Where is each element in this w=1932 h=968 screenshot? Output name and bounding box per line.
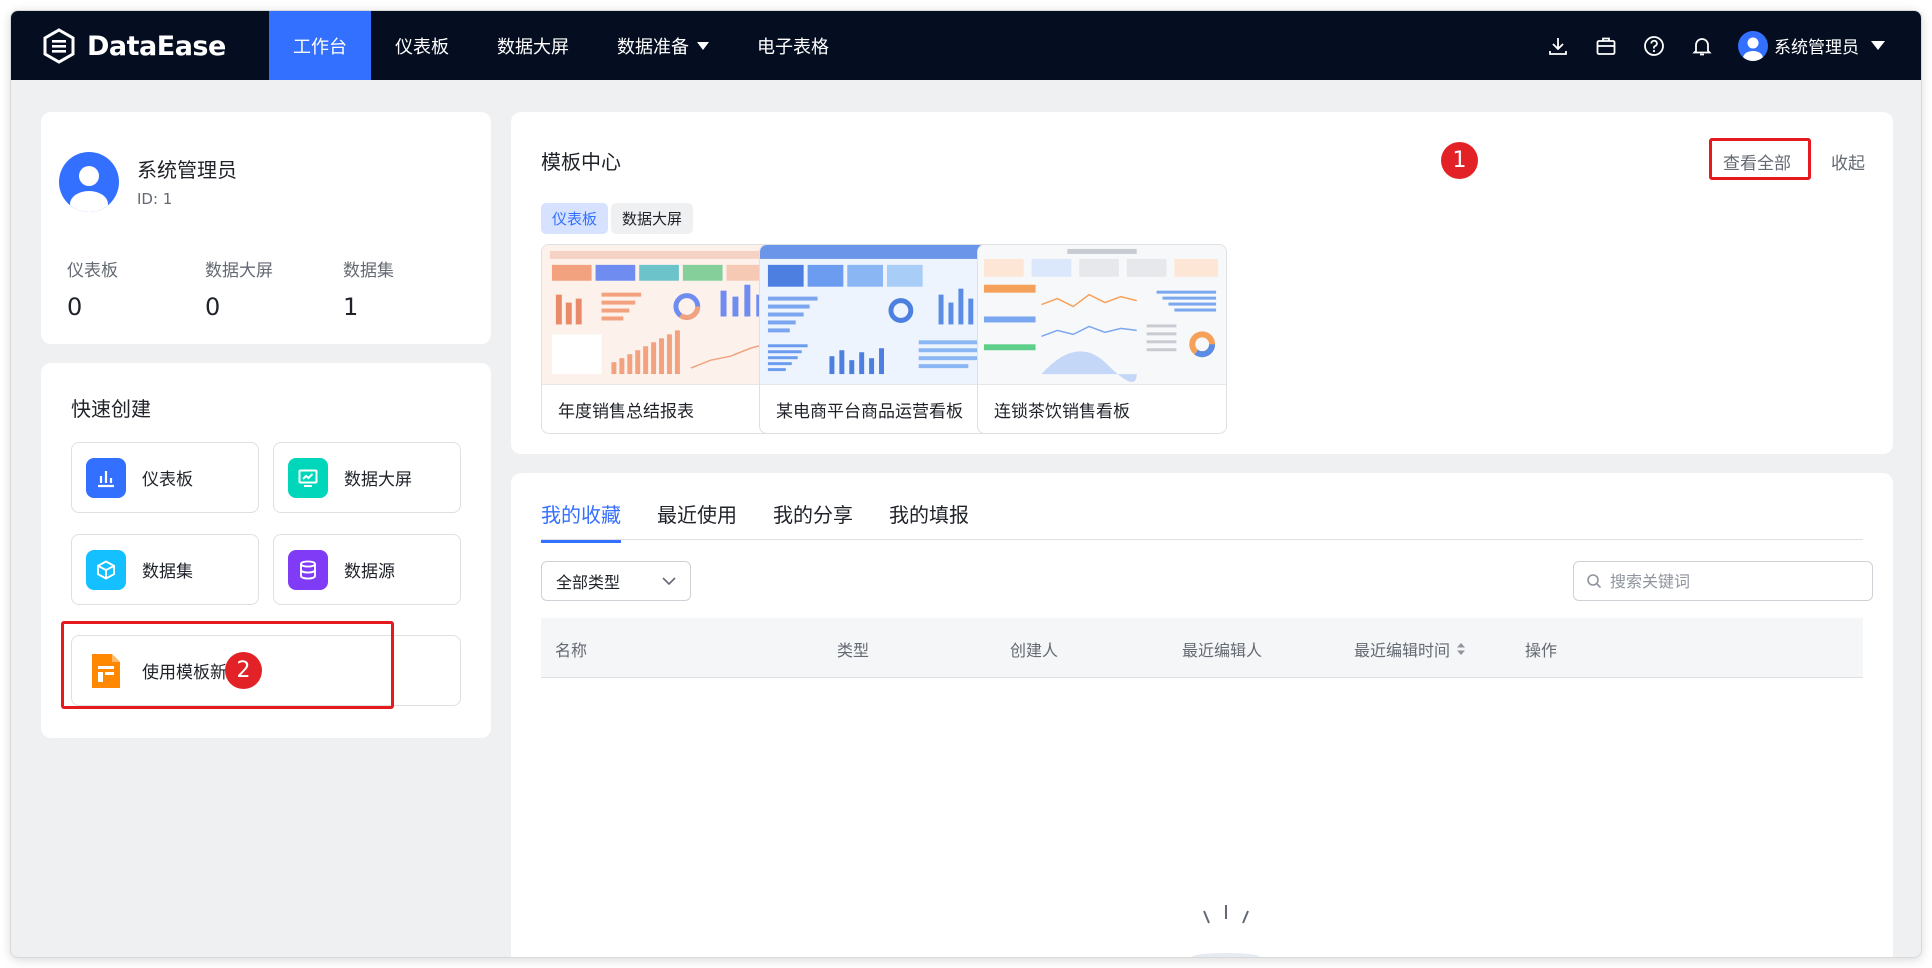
stat-dashboard: 仪表板 0 bbox=[67, 256, 118, 321]
loading-spinner-icon bbox=[1192, 905, 1260, 957]
step-badge-1: 1 bbox=[1441, 142, 1478, 179]
column-header-last-editor: 最近编辑人 bbox=[1182, 637, 1262, 661]
collapse-link[interactable]: 收起 bbox=[1831, 149, 1865, 174]
tab-recent[interactable]: 最近使用 bbox=[657, 499, 737, 543]
chevron-down-icon bbox=[662, 577, 676, 586]
download-icon[interactable] bbox=[1544, 32, 1572, 60]
nav-label: 工作台 bbox=[293, 36, 347, 58]
column-label: 操作 bbox=[1525, 641, 1558, 660]
app-window: DataEase 工作台 仪表板 数据大屏 数据准备 电子表格 系统管理员 系统… bbox=[10, 10, 1922, 958]
profile-id: ID: 1 bbox=[137, 190, 173, 208]
column-header-type: 类型 bbox=[837, 637, 869, 661]
nav-label: 数据大屏 bbox=[497, 36, 569, 58]
step-badge-2: 2 bbox=[225, 652, 262, 689]
tag-data-screen[interactable]: 数据大屏 bbox=[611, 203, 694, 234]
nav-item-workbench[interactable]: 工作台 bbox=[269, 11, 371, 80]
sort-icon[interactable] bbox=[1456, 642, 1466, 656]
template-center-title: 模板中心 bbox=[541, 150, 621, 174]
tag-dashboard[interactable]: 仪表板 bbox=[541, 203, 609, 234]
tab-fill[interactable]: 我的填报 bbox=[889, 499, 969, 543]
stat-data-screen: 数据大屏 0 bbox=[205, 256, 273, 321]
app-logo[interactable]: DataEase bbox=[41, 27, 226, 65]
button-label: 数据源 bbox=[344, 562, 395, 582]
resource-tabs: 我的收藏 最近使用 我的分享 我的填报 bbox=[541, 499, 969, 543]
table-header: 名称 类型 创建人 最近编辑人 最近编辑时间 操作 bbox=[541, 618, 1863, 678]
select-value: 全部类型 bbox=[556, 573, 621, 592]
bell-icon[interactable] bbox=[1688, 32, 1716, 60]
logo-text: DataEase bbox=[87, 30, 226, 62]
create-datasource-button[interactable]: 数据源 bbox=[273, 534, 461, 605]
template-card-ecommerce[interactable]: 某电商平台商品运营看板 bbox=[759, 244, 1009, 434]
stat-value: 0 bbox=[67, 293, 83, 321]
screen-icon bbox=[288, 457, 328, 498]
button-label: 数据集 bbox=[142, 562, 193, 582]
caret-down-icon bbox=[1871, 41, 1885, 50]
template-name: 连锁茶饮销售看板 bbox=[994, 402, 1130, 422]
button-label: 仪表板 bbox=[142, 470, 193, 490]
avatar bbox=[1738, 30, 1768, 61]
nav-item-spreadsheet[interactable]: 电子表格 bbox=[733, 11, 853, 80]
dataease-logo-icon bbox=[43, 28, 75, 64]
tab-favorites[interactable]: 我的收藏 bbox=[541, 499, 621, 543]
stat-value: 0 bbox=[205, 293, 221, 321]
column-label: 最近编辑时间 bbox=[1354, 641, 1451, 660]
nav-item-data-prep[interactable]: 数据准备 bbox=[593, 11, 733, 80]
nav-label: 数据准备 bbox=[617, 36, 689, 58]
profile-card: 系统管理员 ID: 1 仪表板 0 数据大屏 0 数据集 1 bbox=[41, 112, 491, 344]
help-icon[interactable] bbox=[1640, 32, 1668, 60]
briefcase-icon[interactable] bbox=[1592, 32, 1620, 60]
main-nav: 工作台 仪表板 数据大屏 数据准备 电子表格 bbox=[269, 11, 853, 80]
column-label: 创建人 bbox=[1010, 641, 1059, 660]
template-card-annual-sales[interactable]: 年度销售总结报表 bbox=[541, 244, 791, 434]
search-input[interactable] bbox=[1610, 571, 1850, 591]
create-dataset-button[interactable]: 数据集 bbox=[71, 534, 259, 605]
stat-label: 数据集 bbox=[343, 261, 394, 281]
template-thumbnail bbox=[542, 245, 790, 385]
top-navigation-bar: DataEase 工作台 仪表板 数据大屏 数据准备 电子表格 系统管理员 bbox=[11, 11, 1921, 80]
stat-dataset: 数据集 1 bbox=[343, 256, 394, 321]
stat-value: 1 bbox=[343, 293, 359, 321]
template-name: 年度销售总结报表 bbox=[558, 402, 694, 422]
nav-label: 仪表板 bbox=[395, 36, 449, 58]
type-filter-select[interactable]: 全部类型 bbox=[541, 561, 691, 601]
quick-create-title: 快速创建 bbox=[71, 397, 151, 421]
user-menu[interactable]: 系统管理员 bbox=[1738, 30, 1885, 61]
template-name: 某电商平台商品运营看板 bbox=[776, 402, 963, 422]
quick-create-card: 快速创建 仪表板 数据大屏 数据集 数据源 使用模板新建 2 bbox=[41, 363, 491, 738]
template-card-tea-chain[interactable]: 连锁茶饮销售看板 bbox=[977, 244, 1227, 434]
resource-list-card: 我的收藏 最近使用 我的分享 我的填报 全部类型 名称 类型 创建人 最近编辑人… bbox=[511, 473, 1893, 957]
column-header-name: 名称 bbox=[555, 637, 587, 661]
column-header-last-edit-time[interactable]: 最近编辑时间 bbox=[1354, 637, 1466, 661]
button-label: 数据大屏 bbox=[344, 470, 412, 490]
cube-icon bbox=[86, 549, 126, 590]
toolbar-right: 系统管理员 bbox=[1524, 11, 1885, 80]
view-all-link[interactable]: 查看全部 bbox=[1723, 149, 1791, 174]
avatar bbox=[59, 152, 119, 212]
profile-name: 系统管理员 bbox=[137, 158, 237, 182]
stat-label: 仪表板 bbox=[67, 261, 118, 281]
database-icon bbox=[288, 549, 328, 590]
column-header-actions: 操作 bbox=[1525, 637, 1557, 661]
template-thumbnail bbox=[760, 245, 1008, 385]
search-box[interactable] bbox=[1573, 561, 1873, 601]
column-label: 类型 bbox=[837, 641, 870, 660]
create-data-screen-button[interactable]: 数据大屏 bbox=[273, 442, 461, 513]
nav-label: 电子表格 bbox=[757, 36, 829, 58]
template-center-card: 模板中心 1 查看全部 收起 仪表板 数据大屏 年度销售总结报表 某电商平台商品… bbox=[511, 112, 1893, 454]
search-icon bbox=[1587, 574, 1602, 589]
tabs-divider bbox=[541, 539, 1863, 540]
stat-label: 数据大屏 bbox=[205, 261, 273, 281]
create-dashboard-button[interactable]: 仪表板 bbox=[71, 442, 259, 513]
caret-down-icon bbox=[697, 41, 709, 50]
nav-item-dashboard[interactable]: 仪表板 bbox=[371, 11, 473, 80]
nav-item-data-screen[interactable]: 数据大屏 bbox=[473, 11, 593, 80]
column-label: 名称 bbox=[555, 641, 588, 660]
column-header-creator: 创建人 bbox=[1010, 637, 1058, 661]
template-thumbnail bbox=[978, 245, 1226, 385]
tab-shared[interactable]: 我的分享 bbox=[773, 499, 853, 543]
column-label: 最近编辑人 bbox=[1182, 641, 1263, 660]
bar-chart-icon bbox=[86, 457, 126, 498]
user-name: 系统管理员 bbox=[1774, 38, 1859, 58]
